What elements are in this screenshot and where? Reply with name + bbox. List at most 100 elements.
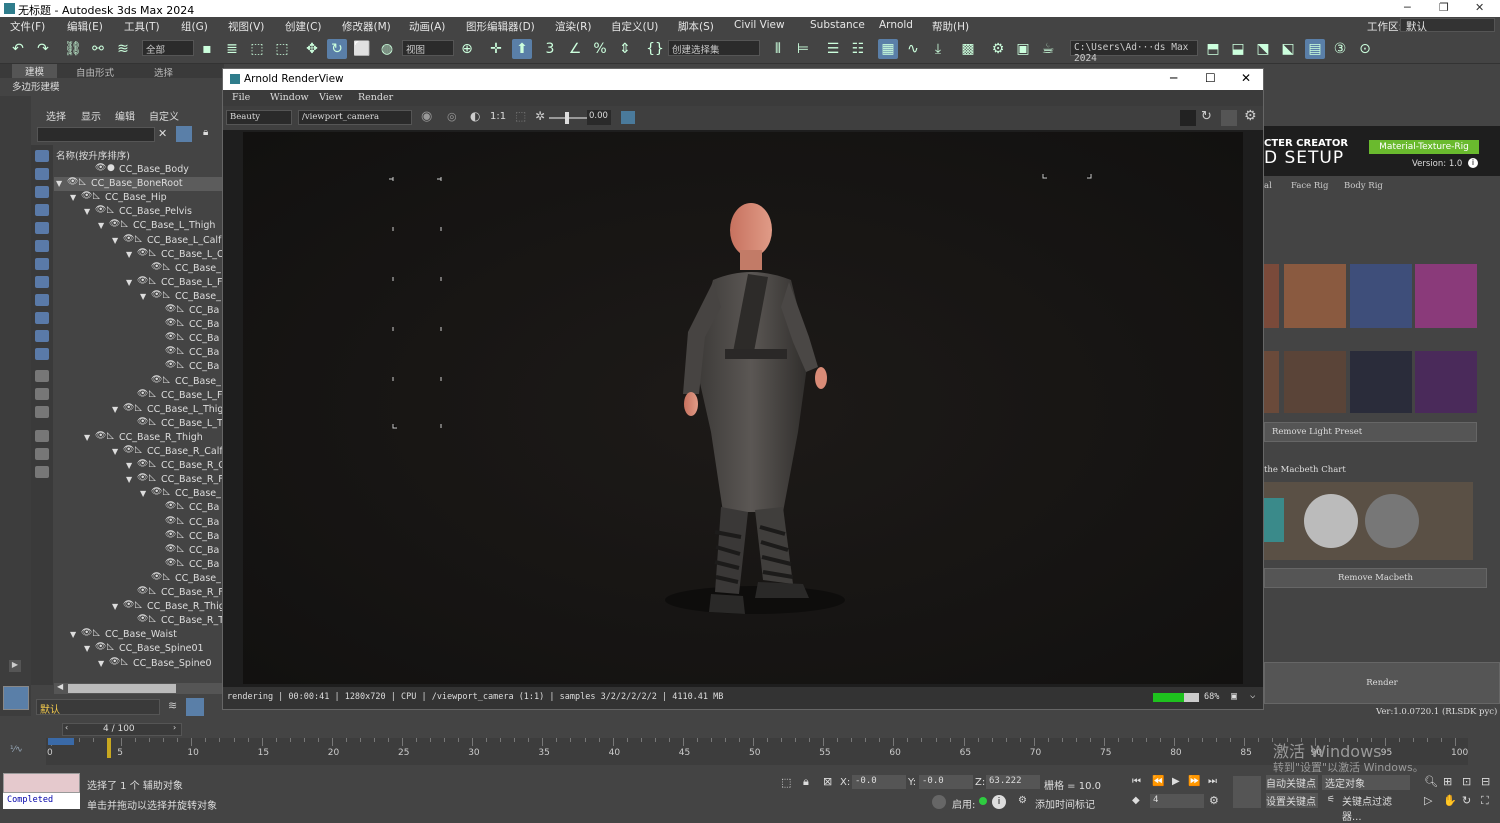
render-viewport[interactable] bbox=[243, 132, 1243, 684]
tree-row[interactable]: ▼ 👁︎ ◺ CC_Base_BoneRoot bbox=[54, 177, 222, 192]
tree-row[interactable]: 👁︎ ◺ CC_Base_L_T bbox=[54, 417, 222, 431]
rv-menu-view[interactable]: View bbox=[319, 92, 343, 103]
plugin-3-icon[interactable]: ③ bbox=[1330, 39, 1350, 59]
menu-arnold[interactable]: Arnold bbox=[879, 19, 913, 31]
menu-help[interactable]: 帮助(H) bbox=[932, 19, 969, 34]
link-icon[interactable]: ⛓ bbox=[63, 39, 83, 59]
tree-row[interactable]: ▼ 👁︎ ◺ CC_Base_L_Thig bbox=[54, 403, 222, 417]
toggle-ribbon-icon[interactable]: ▦ bbox=[878, 39, 898, 59]
explorer-tab-customize[interactable]: 自定义 bbox=[149, 108, 179, 123]
open-icon[interactable]: ⬓ bbox=[1228, 39, 1248, 59]
prev-key-icon[interactable]: ⏪ bbox=[1152, 776, 1164, 787]
ratio-label[interactable]: 1:1 bbox=[490, 111, 506, 122]
expand-arrow-icon[interactable]: ▼ bbox=[112, 236, 118, 245]
clear-search-icon[interactable]: ✕ bbox=[158, 127, 167, 140]
menu-substance[interactable]: Substance bbox=[810, 19, 865, 31]
tree-row[interactable]: ▼ 👁︎ ◺ CC_Base_R_F bbox=[54, 473, 222, 487]
visibility-eye-icon[interactable]: 👁︎ bbox=[137, 417, 148, 427]
tree-row[interactable]: ▼ 👁︎ ◺ CC_Base_R_Thigh bbox=[54, 431, 222, 445]
render-production-icon[interactable]: ☕ bbox=[1038, 39, 1058, 59]
menu-customize[interactable]: 自定义(U) bbox=[611, 19, 658, 34]
body-preset-thumb-1[interactable] bbox=[1284, 351, 1346, 413]
expand-arrow-icon[interactable]: ▼ bbox=[84, 644, 90, 653]
key-target-dropdown[interactable]: 选定对象 bbox=[1322, 775, 1410, 790]
scale-icon[interactable]: ⬜ bbox=[352, 39, 372, 59]
visibility-eye-icon[interactable]: 👁︎ bbox=[137, 473, 148, 483]
archive-icon[interactable]: ⬕ bbox=[1278, 39, 1298, 59]
zoom-extents-icon[interactable]: ⊡ bbox=[1462, 775, 1471, 788]
remove-macbeth-button[interactable]: Remove Macbeth bbox=[1264, 568, 1487, 588]
y-field[interactable]: -0.0 bbox=[919, 775, 973, 789]
body-preset-thumb-0[interactable] bbox=[1264, 351, 1279, 413]
menu-rendering[interactable]: 渲染(R) bbox=[555, 19, 592, 34]
select-by-name-icon[interactable]: ≣ bbox=[222, 39, 242, 59]
visibility-eye-icon[interactable]: 👁︎ bbox=[165, 332, 176, 342]
menu-graph-editors[interactable]: 图形编辑器(D) bbox=[466, 19, 535, 34]
add-time-tag[interactable]: 添加时间标记 bbox=[1035, 796, 1095, 811]
filter-options-icon[interactable] bbox=[35, 466, 49, 478]
unlink-icon[interactable]: ⚯ bbox=[88, 39, 108, 59]
move-icon[interactable]: ✥ bbox=[302, 39, 322, 59]
tree-row[interactable]: 👁︎ ◺ CC_Base_L_F bbox=[54, 389, 222, 403]
explorer-search-input[interactable] bbox=[37, 127, 155, 142]
selection-lock-icon[interactable]: 🔒︎ bbox=[803, 775, 809, 789]
x-field[interactable]: -0.0 bbox=[852, 775, 906, 789]
menu-animation[interactable]: 动画(A) bbox=[409, 19, 445, 34]
curve-toggle-icon[interactable]: ⅟∿ bbox=[6, 738, 40, 766]
visibility-eye-icon[interactable]: 👁︎ bbox=[137, 389, 148, 399]
tree-row[interactable]: 👁︎ ◺ CC_Base_R_T bbox=[54, 614, 222, 628]
project-path-dropdown[interactable]: C:\Users\Ad···ds Max 2024 bbox=[1070, 40, 1198, 64]
display-groups-icon[interactable] bbox=[35, 258, 49, 270]
visibility-eye-icon[interactable]: 👁︎ bbox=[165, 304, 176, 314]
lock-icon[interactable]: 🔒︎ bbox=[203, 127, 208, 138]
expand-arrow-icon[interactable]: ▼ bbox=[112, 447, 118, 456]
autokey-button[interactable]: 自动关键点 bbox=[1266, 775, 1318, 790]
display-lights-icon[interactable] bbox=[35, 186, 49, 198]
tree-row[interactable]: 👁︎ ◺ CC_Ba bbox=[54, 332, 222, 346]
align-icon[interactable]: ⊨ bbox=[793, 39, 813, 59]
visibility-eye-icon[interactable]: 👁︎ bbox=[137, 459, 148, 469]
menu-civil-view[interactable]: Civil View bbox=[734, 19, 785, 31]
expand-arrow-icon[interactable]: ▼ bbox=[126, 278, 132, 287]
toggle-scene-explorer-icon[interactable]: ☰ bbox=[823, 39, 843, 59]
visibility-eye-icon[interactable]: 👁︎ bbox=[137, 586, 148, 596]
visibility-eye-icon[interactable]: 👁︎ bbox=[151, 375, 162, 385]
time-slider[interactable]: ‹ 4 / 100 › bbox=[62, 723, 182, 736]
menu-modifiers[interactable]: 修改器(M) bbox=[342, 19, 391, 34]
play-icon[interactable]: ▶ bbox=[1172, 776, 1180, 787]
tree-row[interactable]: ▼ 👁︎ ◺ CC_Base_Waist bbox=[54, 628, 222, 642]
display-frozen-icon[interactable] bbox=[35, 330, 49, 342]
exposure-value[interactable]: 0.00 bbox=[587, 110, 611, 125]
select-manipulate-icon[interactable]: ✛ bbox=[486, 39, 506, 59]
visibility-eye-icon[interactable]: 👁︎ bbox=[165, 530, 176, 540]
track-bar[interactable]: 0 5 10 15 20 25 30 35 40 45 50 55 60 65 70 75 80 85 90 95 10… bbox=[46, 738, 1468, 765]
display-spacewarps-icon[interactable] bbox=[35, 240, 49, 252]
rv-menu-file[interactable]: File bbox=[232, 92, 250, 103]
tree-row[interactable]: 👁︎ ◺ CC_Base_R_F bbox=[54, 586, 222, 600]
key-mode-icon[interactable]: ◆ bbox=[1132, 795, 1140, 806]
maxscript-listener[interactable] bbox=[3, 773, 80, 793]
exposure-handle[interactable] bbox=[565, 112, 569, 124]
tree-row[interactable]: 👁︎ ◺ CC_Base_ bbox=[54, 572, 222, 586]
bind-space-warp-icon[interactable]: ≋ bbox=[113, 39, 133, 59]
visibility-eye-icon[interactable]: 👁︎ bbox=[95, 642, 106, 652]
expand-arrow-icon[interactable]: ▼ bbox=[56, 179, 62, 188]
zoom-extents-all-icon[interactable]: ⊟ bbox=[1481, 775, 1490, 788]
pivot-center-icon[interactable]: ⊕ bbox=[457, 39, 477, 59]
tree-row[interactable]: 👁︎ ◺ CC_Ba bbox=[54, 558, 222, 572]
selection-filter-dropdown[interactable]: 全部 bbox=[142, 40, 194, 56]
region-icon[interactable]: ⬚ bbox=[515, 109, 526, 123]
visibility-eye-icon[interactable]: 👁︎ bbox=[151, 290, 162, 300]
scroll-left-icon[interactable]: ◀ bbox=[57, 682, 63, 691]
renderview-minimize-icon[interactable]: ─ bbox=[1170, 71, 1177, 85]
display-none-icon[interactable] bbox=[35, 388, 49, 400]
light-preset-thumb-2[interactable] bbox=[1350, 264, 1412, 328]
log-icon[interactable] bbox=[621, 111, 635, 124]
orbit-icon[interactable]: ↻ bbox=[1462, 794, 1471, 807]
crop-icon[interactable] bbox=[1221, 110, 1237, 126]
menu-file[interactable]: 文件(F) bbox=[10, 19, 45, 34]
tree-row[interactable]: ▼ 👁︎ ◺ CC_Base_Spine0 bbox=[54, 657, 222, 671]
visibility-eye-icon[interactable]: 👁︎ bbox=[81, 628, 92, 638]
tree-row[interactable]: 👁︎ ◺ CC_Ba bbox=[54, 530, 222, 544]
visibility-eye-icon[interactable]: 👁︎ bbox=[151, 262, 162, 272]
